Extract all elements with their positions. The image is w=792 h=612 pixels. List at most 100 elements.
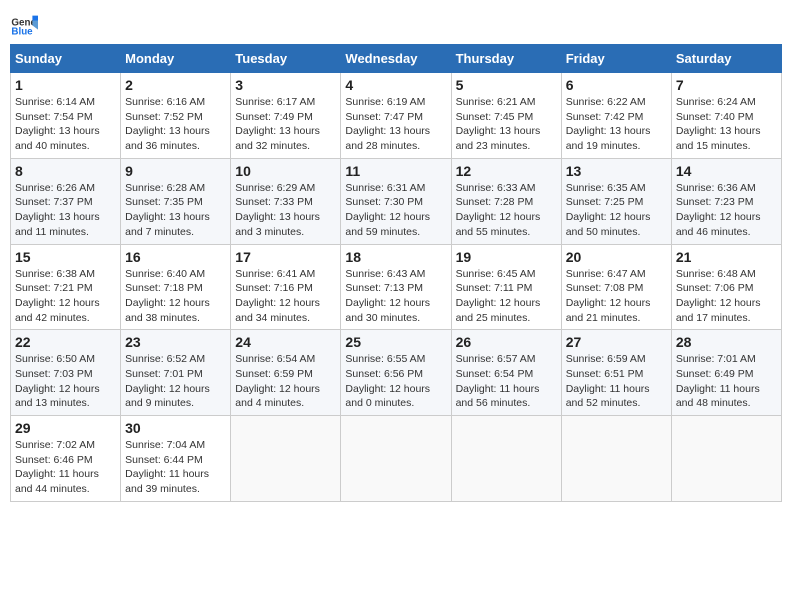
day-detail: Sunrise: 6:35 AMSunset: 7:25 PMDaylight:… bbox=[566, 182, 651, 238]
col-header-monday: Monday bbox=[121, 45, 231, 73]
col-header-saturday: Saturday bbox=[671, 45, 781, 73]
day-number: 11 bbox=[345, 163, 446, 179]
day-detail: Sunrise: 6:55 AMSunset: 6:56 PMDaylight:… bbox=[345, 353, 430, 409]
day-detail: Sunrise: 7:04 AMSunset: 6:44 PMDaylight:… bbox=[125, 439, 209, 495]
day-detail: Sunrise: 6:54 AMSunset: 6:59 PMDaylight:… bbox=[235, 353, 320, 409]
day-number: 4 bbox=[345, 77, 446, 93]
day-detail: Sunrise: 6:52 AMSunset: 7:01 PMDaylight:… bbox=[125, 353, 210, 409]
day-number: 2 bbox=[125, 77, 226, 93]
day-number: 21 bbox=[676, 249, 777, 265]
day-detail: Sunrise: 6:50 AMSunset: 7:03 PMDaylight:… bbox=[15, 353, 100, 409]
calendar-cell: 4 Sunrise: 6:19 AMSunset: 7:47 PMDayligh… bbox=[341, 73, 451, 159]
calendar-cell: 12 Sunrise: 6:33 AMSunset: 7:28 PMDaylig… bbox=[451, 158, 561, 244]
calendar-cell: 9 Sunrise: 6:28 AMSunset: 7:35 PMDayligh… bbox=[121, 158, 231, 244]
calendar-cell: 1 Sunrise: 6:14 AMSunset: 7:54 PMDayligh… bbox=[11, 73, 121, 159]
calendar-cell bbox=[451, 416, 561, 502]
day-detail: Sunrise: 6:28 AMSunset: 7:35 PMDaylight:… bbox=[125, 182, 210, 238]
day-number: 15 bbox=[15, 249, 116, 265]
calendar-cell: 3 Sunrise: 6:17 AMSunset: 7:49 PMDayligh… bbox=[231, 73, 341, 159]
day-number: 10 bbox=[235, 163, 336, 179]
day-detail: Sunrise: 6:59 AMSunset: 6:51 PMDaylight:… bbox=[566, 353, 650, 409]
calendar-cell: 26 Sunrise: 6:57 AMSunset: 6:54 PMDaylig… bbox=[451, 330, 561, 416]
calendar-cell: 23 Sunrise: 6:52 AMSunset: 7:01 PMDaylig… bbox=[121, 330, 231, 416]
col-header-friday: Friday bbox=[561, 45, 671, 73]
col-header-sunday: Sunday bbox=[11, 45, 121, 73]
day-number: 26 bbox=[456, 334, 557, 350]
day-number: 1 bbox=[15, 77, 116, 93]
day-detail: Sunrise: 6:31 AMSunset: 7:30 PMDaylight:… bbox=[345, 182, 430, 238]
day-detail: Sunrise: 6:14 AMSunset: 7:54 PMDaylight:… bbox=[15, 96, 100, 152]
week-row-5: 29 Sunrise: 7:02 AMSunset: 6:46 PMDaylig… bbox=[11, 416, 782, 502]
calendar-cell: 18 Sunrise: 6:43 AMSunset: 7:13 PMDaylig… bbox=[341, 244, 451, 330]
day-number: 13 bbox=[566, 163, 667, 179]
day-number: 16 bbox=[125, 249, 226, 265]
logo: General Blue bbox=[10, 10, 38, 38]
day-number: 5 bbox=[456, 77, 557, 93]
day-detail: Sunrise: 6:41 AMSunset: 7:16 PMDaylight:… bbox=[235, 268, 320, 324]
week-row-1: 1 Sunrise: 6:14 AMSunset: 7:54 PMDayligh… bbox=[11, 73, 782, 159]
calendar-cell: 24 Sunrise: 6:54 AMSunset: 6:59 PMDaylig… bbox=[231, 330, 341, 416]
week-row-4: 22 Sunrise: 6:50 AMSunset: 7:03 PMDaylig… bbox=[11, 330, 782, 416]
calendar-cell: 20 Sunrise: 6:47 AMSunset: 7:08 PMDaylig… bbox=[561, 244, 671, 330]
day-detail: Sunrise: 6:47 AMSunset: 7:08 PMDaylight:… bbox=[566, 268, 651, 324]
calendar-cell: 15 Sunrise: 6:38 AMSunset: 7:21 PMDaylig… bbox=[11, 244, 121, 330]
calendar-cell: 2 Sunrise: 6:16 AMSunset: 7:52 PMDayligh… bbox=[121, 73, 231, 159]
day-number: 19 bbox=[456, 249, 557, 265]
calendar-cell: 7 Sunrise: 6:24 AMSunset: 7:40 PMDayligh… bbox=[671, 73, 781, 159]
col-header-thursday: Thursday bbox=[451, 45, 561, 73]
page-header: General Blue bbox=[10, 10, 782, 38]
svg-text:Blue: Blue bbox=[11, 27, 33, 38]
calendar-cell: 21 Sunrise: 6:48 AMSunset: 7:06 PMDaylig… bbox=[671, 244, 781, 330]
day-detail: Sunrise: 6:24 AMSunset: 7:40 PMDaylight:… bbox=[676, 96, 761, 152]
day-number: 20 bbox=[566, 249, 667, 265]
day-detail: Sunrise: 6:22 AMSunset: 7:42 PMDaylight:… bbox=[566, 96, 651, 152]
day-number: 18 bbox=[345, 249, 446, 265]
calendar-cell: 22 Sunrise: 6:50 AMSunset: 7:03 PMDaylig… bbox=[11, 330, 121, 416]
calendar-cell: 27 Sunrise: 6:59 AMSunset: 6:51 PMDaylig… bbox=[561, 330, 671, 416]
day-number: 23 bbox=[125, 334, 226, 350]
day-detail: Sunrise: 6:57 AMSunset: 6:54 PMDaylight:… bbox=[456, 353, 540, 409]
calendar-cell bbox=[231, 416, 341, 502]
calendar-cell: 17 Sunrise: 6:41 AMSunset: 7:16 PMDaylig… bbox=[231, 244, 341, 330]
calendar-cell bbox=[561, 416, 671, 502]
day-number: 22 bbox=[15, 334, 116, 350]
day-number: 12 bbox=[456, 163, 557, 179]
week-row-2: 8 Sunrise: 6:26 AMSunset: 7:37 PMDayligh… bbox=[11, 158, 782, 244]
calendar-table: SundayMondayTuesdayWednesdayThursdayFrid… bbox=[10, 44, 782, 502]
calendar-cell: 16 Sunrise: 6:40 AMSunset: 7:18 PMDaylig… bbox=[121, 244, 231, 330]
day-number: 25 bbox=[345, 334, 446, 350]
day-detail: Sunrise: 7:01 AMSunset: 6:49 PMDaylight:… bbox=[676, 353, 760, 409]
day-detail: Sunrise: 6:40 AMSunset: 7:18 PMDaylight:… bbox=[125, 268, 210, 324]
day-number: 6 bbox=[566, 77, 667, 93]
calendar-cell: 30 Sunrise: 7:04 AMSunset: 6:44 PMDaylig… bbox=[121, 416, 231, 502]
week-row-3: 15 Sunrise: 6:38 AMSunset: 7:21 PMDaylig… bbox=[11, 244, 782, 330]
day-number: 8 bbox=[15, 163, 116, 179]
day-number: 27 bbox=[566, 334, 667, 350]
day-number: 17 bbox=[235, 249, 336, 265]
calendar-cell bbox=[671, 416, 781, 502]
day-detail: Sunrise: 6:19 AMSunset: 7:47 PMDaylight:… bbox=[345, 96, 430, 152]
day-number: 3 bbox=[235, 77, 336, 93]
calendar-cell: 19 Sunrise: 6:45 AMSunset: 7:11 PMDaylig… bbox=[451, 244, 561, 330]
day-number: 7 bbox=[676, 77, 777, 93]
calendar-cell: 13 Sunrise: 6:35 AMSunset: 7:25 PMDaylig… bbox=[561, 158, 671, 244]
day-detail: Sunrise: 7:02 AMSunset: 6:46 PMDaylight:… bbox=[15, 439, 99, 495]
day-detail: Sunrise: 6:26 AMSunset: 7:37 PMDaylight:… bbox=[15, 182, 100, 238]
day-detail: Sunrise: 6:17 AMSunset: 7:49 PMDaylight:… bbox=[235, 96, 320, 152]
day-number: 24 bbox=[235, 334, 336, 350]
col-header-wednesday: Wednesday bbox=[341, 45, 451, 73]
day-number: 29 bbox=[15, 420, 116, 436]
calendar-cell: 28 Sunrise: 7:01 AMSunset: 6:49 PMDaylig… bbox=[671, 330, 781, 416]
day-number: 9 bbox=[125, 163, 226, 179]
calendar-cell: 14 Sunrise: 6:36 AMSunset: 7:23 PMDaylig… bbox=[671, 158, 781, 244]
calendar-header: SundayMondayTuesdayWednesdayThursdayFrid… bbox=[11, 45, 782, 73]
calendar-cell: 10 Sunrise: 6:29 AMSunset: 7:33 PMDaylig… bbox=[231, 158, 341, 244]
calendar-cell: 25 Sunrise: 6:55 AMSunset: 6:56 PMDaylig… bbox=[341, 330, 451, 416]
calendar-cell: 29 Sunrise: 7:02 AMSunset: 6:46 PMDaylig… bbox=[11, 416, 121, 502]
day-detail: Sunrise: 6:33 AMSunset: 7:28 PMDaylight:… bbox=[456, 182, 541, 238]
day-detail: Sunrise: 6:38 AMSunset: 7:21 PMDaylight:… bbox=[15, 268, 100, 324]
col-header-tuesday: Tuesday bbox=[231, 45, 341, 73]
day-detail: Sunrise: 6:16 AMSunset: 7:52 PMDaylight:… bbox=[125, 96, 210, 152]
logo-icon: General Blue bbox=[10, 10, 38, 38]
day-detail: Sunrise: 6:21 AMSunset: 7:45 PMDaylight:… bbox=[456, 96, 541, 152]
